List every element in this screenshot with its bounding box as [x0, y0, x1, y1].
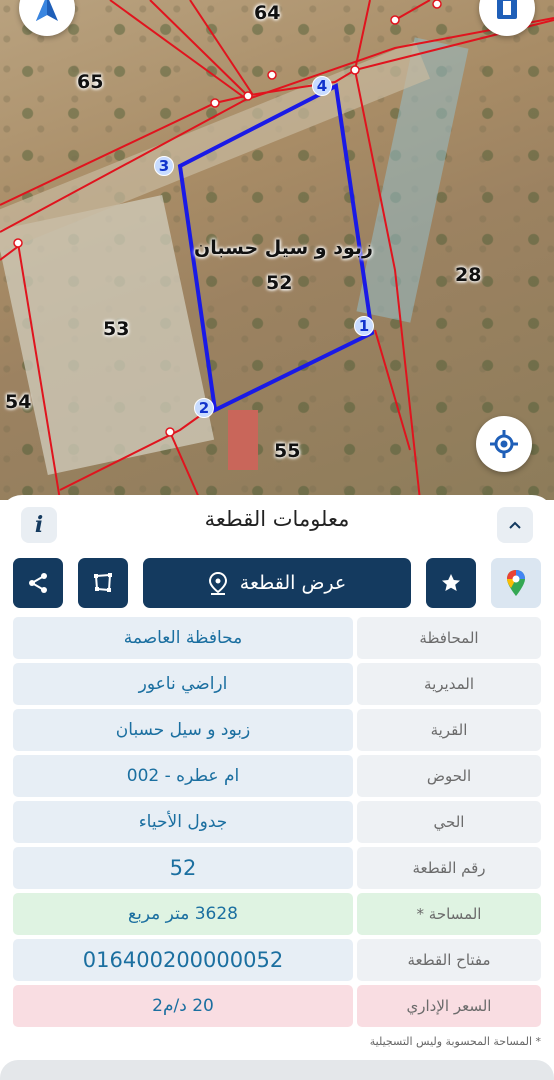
basin-label: الحوض	[357, 755, 541, 797]
favorite-button[interactable]	[426, 558, 476, 608]
info-row-parcel-number: 52 رقم القطعة	[13, 847, 541, 889]
parcel-number-55: 55	[274, 440, 301, 462]
polygon-shape-icon	[94, 573, 112, 592]
governorate-label: المحافظة	[357, 617, 541, 659]
collapse-button[interactable]	[497, 507, 533, 543]
village-label: القرية	[357, 709, 541, 751]
bottom-navigation-bar	[0, 1060, 554, 1080]
star-icon	[442, 574, 460, 591]
info-row-admin-price: 20 د/م2 السعر الإداري	[13, 985, 541, 1027]
parcel-key-label: مفتاح القطعة	[357, 939, 541, 981]
google-maps-icon	[507, 570, 525, 596]
area-value: 3628 متر مربع	[13, 893, 353, 935]
admin-price-label: السعر الإداري	[357, 985, 541, 1027]
show-parcel-label: عرض القطعة	[239, 572, 347, 594]
info-row-directorate: اراضي ناعور المديرية	[13, 663, 541, 705]
parcel-info-table: محافظة العاصمة المحافظة اراضي ناعور المد…	[13, 617, 541, 1031]
parcel-number-53: 53	[103, 318, 130, 340]
district-value: جدول الأحياء	[13, 801, 353, 843]
vertex-marker-2[interactable]: 2	[194, 398, 214, 418]
locate-button[interactable]	[476, 416, 532, 472]
share-button[interactable]	[13, 558, 63, 608]
governorate-value: محافظة العاصمة	[13, 617, 353, 659]
chevron-up-icon	[509, 521, 521, 529]
parcel-number-52: 52	[266, 272, 293, 294]
info-row-parcel-key: 016400200000052 مفتاح القطعة	[13, 939, 541, 981]
directorate-label: المديرية	[357, 663, 541, 705]
parcel-number-65: 65	[77, 71, 104, 93]
parcel-number-54: 54	[5, 391, 32, 413]
admin-price-value: 20 د/م2	[13, 985, 353, 1027]
parcel-key-value: 016400200000052	[13, 939, 353, 981]
village-label: زبود و سيل حسبان	[194, 237, 373, 259]
parcel-number-label: رقم القطعة	[357, 847, 541, 889]
parcel-number-64: 64	[254, 2, 281, 24]
area-label: المساحة *	[357, 893, 541, 935]
action-toolbar: عرض القطعة	[13, 558, 541, 608]
share-icon	[29, 573, 47, 593]
info-row-basin: ام عطره - 002 الحوض	[13, 755, 541, 797]
north-arrow-icon	[36, 0, 58, 21]
vertex-marker-1[interactable]: 1	[354, 316, 374, 336]
district-label: الحي	[357, 801, 541, 843]
info-row-village: زبود و سيل حسبان القرية	[13, 709, 541, 751]
info-row-area: 3628 متر مربع المساحة *	[13, 893, 541, 935]
my-location-icon	[490, 430, 518, 458]
vertex-marker-4[interactable]: 4	[312, 76, 332, 96]
boundary-button[interactable]	[78, 558, 128, 608]
panel-header: i معلومات القطعة	[0, 495, 554, 551]
google-maps-button[interactable]	[491, 558, 541, 608]
panel-title: معلومات القطعة	[204, 507, 350, 531]
show-parcel-button[interactable]: عرض القطعة	[143, 558, 411, 608]
map-layers-icon	[497, 0, 517, 19]
info-row-governorate: محافظة العاصمة المحافظة	[13, 617, 541, 659]
vertex-marker-3[interactable]: 3	[154, 156, 174, 176]
directorate-value: اراضي ناعور	[13, 663, 353, 705]
parcel-info-panel: i معلومات القطعة عرض القطعة محافظة العاص…	[0, 495, 554, 1080]
parcel-map[interactable]: 64 65 28 53 54 55 52 زبود و سيل حسبان 1 …	[0, 0, 554, 500]
parcel-number-28: 28	[455, 264, 482, 286]
village-value: زبود و سيل حسبان	[13, 709, 353, 751]
info-row-district: جدول الأحياء الحي	[13, 801, 541, 843]
area-footnote: * المساحة المحسوبة وليس التسجيلية	[369, 1035, 541, 1048]
basin-value: ام عطره - 002	[13, 755, 353, 797]
parcel-number-value: 52	[13, 847, 353, 889]
location-pin-icon	[208, 571, 227, 595]
